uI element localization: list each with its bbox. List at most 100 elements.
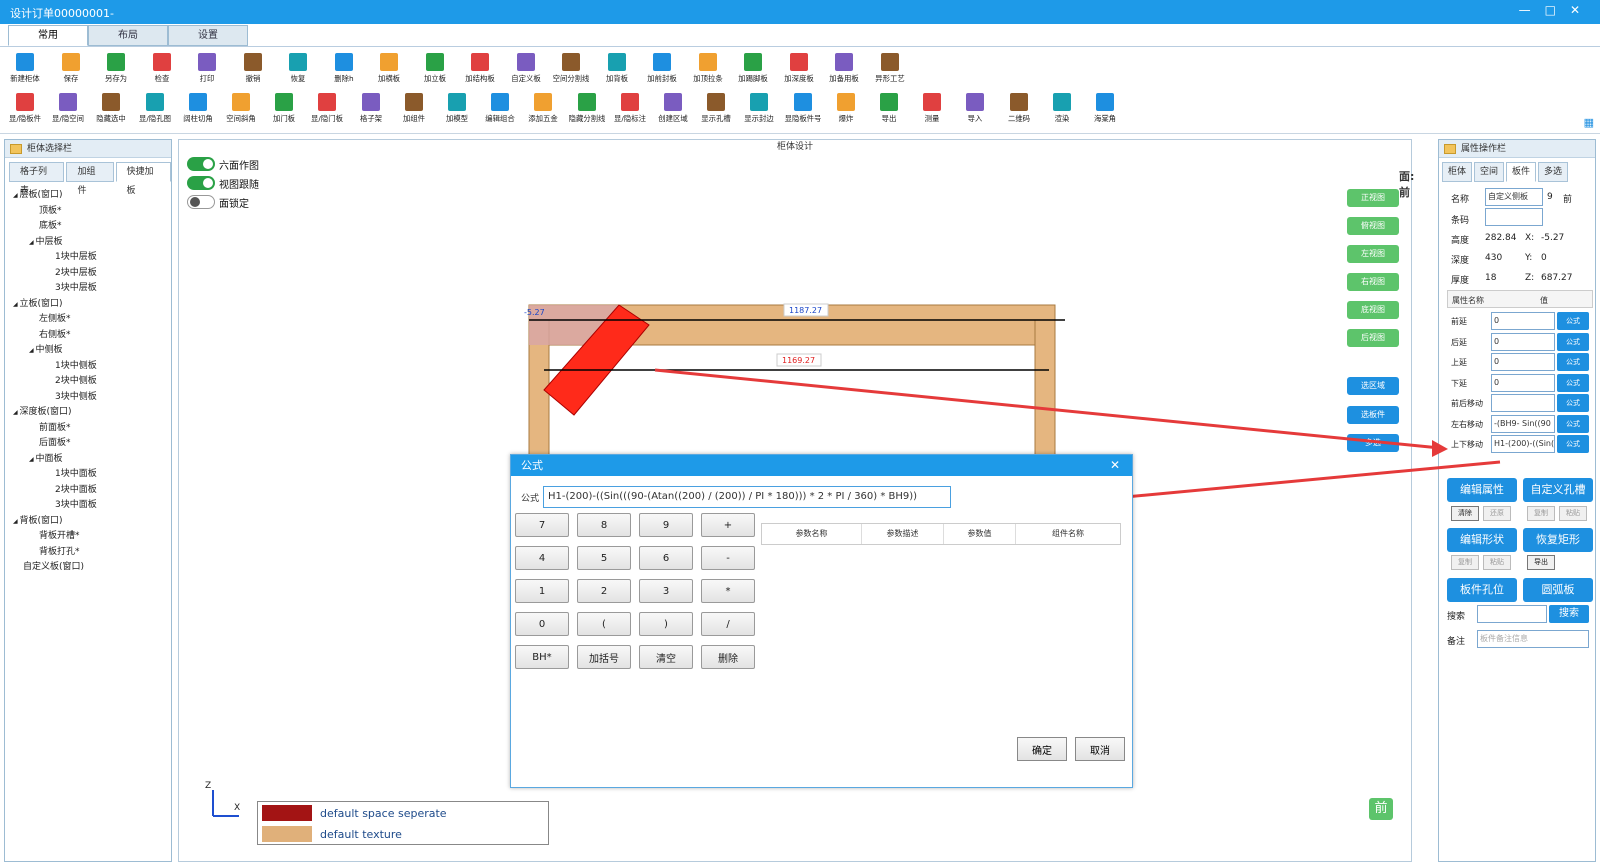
keypad-key[interactable]: - [701, 546, 755, 570]
keypad-key[interactable]: ) [639, 612, 693, 636]
tab-cabinet[interactable]: 柜体 [1442, 162, 1473, 182]
right-view-button[interactable]: 右视图 [1347, 273, 1399, 291]
paste-button-2[interactable]: 粘贴 [1483, 555, 1511, 570]
multi-select-button[interactable]: 多选 [1347, 434, 1399, 452]
grid-menu-icon[interactable]: ▦ [1584, 116, 1594, 129]
keypad-key[interactable]: 1 [515, 579, 569, 603]
keypad-key[interactable]: 6 [639, 546, 693, 570]
tree-item[interactable]: ◢ 立板(窗口) [13, 297, 173, 313]
tree-item[interactable]: ◢ 层板(窗口) [13, 188, 173, 204]
prop-value-input[interactable]: 0 [1491, 353, 1555, 371]
restore-button[interactable]: 还原 [1483, 506, 1511, 521]
toolbar-button[interactable]: 加立板 [414, 49, 456, 89]
arc-board-button[interactable]: 圆弧板 [1523, 578, 1593, 602]
clear-button[interactable]: 清除 [1451, 506, 1479, 521]
top-view-button[interactable]: 俯视图 [1347, 217, 1399, 235]
tree-item[interactable]: 顶板* [13, 204, 173, 220]
toolbar-button[interactable]: 导出 [868, 89, 910, 129]
formula-button[interactable]: 公式 [1557, 373, 1589, 392]
tree-item[interactable]: 1块中层板 [13, 250, 173, 266]
keypad-key[interactable]: 清空 [639, 645, 693, 669]
toolbar-button[interactable]: 打印 [186, 49, 228, 89]
toolbar-button[interactable]: 加组件 [393, 89, 435, 129]
tree-item[interactable]: ◢ 中侧板 [13, 343, 173, 359]
toolbar-button[interactable]: 显隐板件号 [782, 89, 824, 129]
toolbar-button[interactable]: 另存为 [95, 49, 137, 89]
toolbar-button[interactable]: 爆炸 [825, 89, 867, 129]
prop-value-input[interactable]: -(BH9- Sin((90 [1491, 414, 1555, 433]
keypad-key[interactable]: 9 [639, 513, 693, 537]
tree-item[interactable]: 3块中侧板 [13, 390, 173, 406]
tab-common[interactable]: 常用 [8, 25, 88, 46]
tree-item[interactable]: 2块中侧板 [13, 374, 173, 390]
formula-button[interactable]: 公式 [1557, 332, 1589, 351]
keypad-key[interactable]: 7 [515, 513, 569, 537]
paste-button[interactable]: 粘贴 [1559, 506, 1587, 521]
tree-item[interactable]: 底板* [13, 219, 173, 235]
toolbar-button[interactable]: 加模型 [436, 89, 478, 129]
tree-item[interactable]: 2块中面板 [13, 483, 173, 499]
custom-hole-button[interactable]: 自定义孔槽 [1523, 478, 1593, 502]
tree-item[interactable]: 3块中面板 [13, 498, 173, 514]
toolbar-button[interactable]: 撤销 [232, 49, 274, 89]
name-input[interactable]: 自定义侧板 [1485, 188, 1543, 206]
toolbar-button[interactable]: 显/隐标注 [609, 89, 651, 129]
prop-value-input[interactable]: 0 [1491, 312, 1555, 330]
note-input[interactable]: 板件备注信息 [1477, 630, 1589, 648]
minimize-icon[interactable]: — [1519, 3, 1531, 17]
toolbar-button[interactable]: 导入 [954, 89, 996, 129]
keypad-key[interactable]: BH* [515, 645, 569, 669]
toolbar-button[interactable]: 海棠角 [1084, 89, 1126, 129]
toolbar-button[interactable]: 隐藏选中 [90, 89, 132, 129]
export-button[interactable]: 导出 [1527, 555, 1555, 570]
search-button[interactable]: 搜索 [1549, 605, 1589, 623]
close-icon[interactable]: ✕ [1570, 3, 1580, 17]
tab-settings[interactable]: 设置 [168, 25, 248, 46]
keypad-key[interactable]: * [701, 579, 755, 603]
toggle-six-view[interactable] [187, 157, 215, 171]
formula-button[interactable]: 公式 [1557, 353, 1589, 371]
prop-value-input[interactable]: H1-(200)-((Sin( [1491, 435, 1555, 453]
bottom-view-button[interactable]: 底视图 [1347, 301, 1399, 319]
tab-quick-add-board[interactable]: 快捷加板 [115, 162, 171, 196]
tab-board[interactable]: 板件 [1506, 162, 1537, 182]
tab-multi[interactable]: 多选 [1538, 162, 1569, 182]
toggle-face-lock[interactable] [187, 195, 215, 209]
view-cube[interactable]: 前 [1369, 798, 1393, 820]
select-board-button[interactable]: 选板件 [1347, 406, 1399, 424]
tree-item[interactable]: ◢ 中层板 [13, 235, 173, 251]
toolbar-button[interactable]: 加背板 [596, 49, 638, 89]
keypad-key[interactable]: ( [577, 612, 631, 636]
search-input[interactable] [1477, 605, 1547, 623]
toolbar-button[interactable]: 显/隐孔图 [134, 89, 176, 129]
board-holes-button[interactable]: 板件孔位 [1447, 578, 1517, 602]
maximize-icon[interactable]: □ [1545, 3, 1556, 17]
dialog-close-icon[interactable]: ✕ [1110, 455, 1120, 476]
cancel-button[interactable]: 取消 [1075, 737, 1125, 761]
tab-space[interactable]: 空间 [1474, 162, 1505, 182]
edit-attr-button[interactable]: 编辑属性 [1447, 478, 1517, 502]
toolbar-button[interactable]: 渲染 [1041, 89, 1083, 129]
tree-item[interactable]: ◢ 背板(窗口) [13, 514, 173, 530]
tree-item[interactable]: 背板开槽* [13, 529, 173, 545]
toolbar-button[interactable]: 自定义板 [505, 49, 547, 89]
tree-item[interactable]: 后面板* [13, 436, 173, 452]
keypad-key[interactable]: 删除 [701, 645, 755, 669]
toolbar-button[interactable]: 加备用板 [823, 49, 865, 89]
toolbar-button[interactable]: 加横板 [368, 49, 410, 89]
toolbar-button[interactable]: 删除h [323, 49, 365, 89]
tree-item[interactable]: 右侧板* [13, 328, 173, 344]
tree-item[interactable]: ◢ 深度板(窗口) [13, 405, 173, 421]
toolbar-button[interactable]: 添加五金 [522, 89, 564, 129]
tree-item[interactable]: 自定义板(窗口) [13, 560, 173, 576]
tab-grid-list[interactable]: 格子列表 [9, 162, 65, 196]
tree-item[interactable]: 前面板* [13, 421, 173, 437]
keypad-key[interactable]: 8 [577, 513, 631, 537]
tree-item[interactable]: 背板打孔* [13, 545, 173, 561]
formula-button[interactable]: 公式 [1557, 435, 1589, 453]
tree-item[interactable]: ◢ 中面板 [13, 452, 173, 468]
keypad-key[interactable]: / [701, 612, 755, 636]
keypad-key[interactable]: 3 [639, 579, 693, 603]
toolbar-button[interactable]: 新建柜体 [4, 49, 46, 89]
back-view-button[interactable]: 后视图 [1347, 329, 1399, 347]
